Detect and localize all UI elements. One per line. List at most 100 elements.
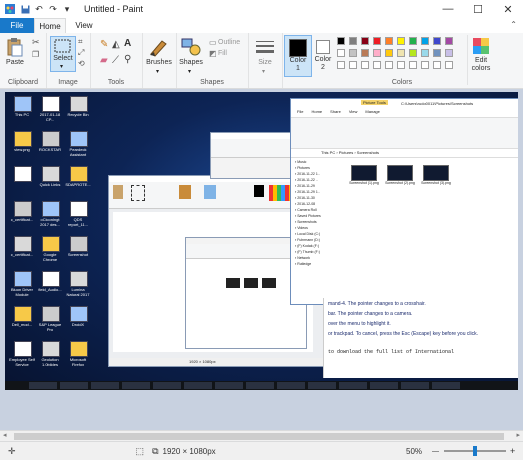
crop-icon[interactable]: ⌗	[78, 37, 83, 47]
customize-quick-access-icon[interactable]: ▾	[62, 4, 72, 14]
shapes-icon[interactable]	[180, 37, 202, 57]
palette-swatch[interactable]	[337, 61, 345, 69]
save-icon[interactable]	[20, 4, 30, 14]
palette-swatch[interactable]	[337, 49, 345, 57]
copy-icon[interactable]: ❐	[32, 50, 39, 59]
taskbar-button	[60, 382, 88, 389]
palette-swatch[interactable]	[385, 49, 393, 57]
explorer-titlebar: Picture Tools C:\Users\rudo0011\Pictures…	[291, 99, 518, 109]
palette-swatch[interactable]	[433, 61, 441, 69]
resize-icon[interactable]: ⤢	[78, 48, 84, 58]
palette-swatch[interactable]	[445, 49, 453, 57]
palette-swatch[interactable]	[433, 37, 441, 45]
palette-swatch[interactable]	[409, 61, 417, 69]
palette-swatch[interactable]	[361, 37, 369, 45]
brushes-group[interactable]: Brushes ▾	[142, 33, 177, 88]
palette-swatch[interactable]	[385, 61, 393, 69]
undo-icon[interactable]: ↶	[34, 4, 44, 14]
colors-group-label: Colors	[391, 79, 413, 86]
paste-label[interactable]: Paste	[2, 59, 28, 66]
edit-colors-button[interactable]: Edit colors	[467, 35, 494, 85]
zoom-slider[interactable]	[444, 446, 506, 456]
shapes-dropdown-icon[interactable]: ▾	[188, 68, 191, 75]
color2-label: Color 2	[314, 56, 332, 71]
tab-file[interactable]: File	[0, 18, 34, 33]
tab-home[interactable]: Home	[34, 18, 66, 33]
desktop-icon-label: QDS report_11...	[67, 217, 89, 227]
palette-swatch[interactable]	[421, 61, 429, 69]
color1-button[interactable]: Color 1	[284, 35, 312, 77]
desktop-icon-label: view.png	[14, 147, 30, 152]
zoom-out-button[interactable]: —	[432, 448, 439, 455]
desktop-icon	[42, 271, 60, 287]
cut-icon[interactable]: ✂	[32, 37, 40, 48]
size-dropdown-icon[interactable]: ▾	[262, 68, 265, 75]
paint-app-icon	[5, 4, 15, 14]
redo-icon[interactable]: ↷	[48, 4, 58, 14]
desktop-icon	[42, 236, 60, 252]
minimize-button[interactable]: —	[433, 0, 463, 18]
tab-view[interactable]: View	[70, 18, 98, 33]
palette-swatch[interactable]	[361, 61, 369, 69]
desktop-icon-label: Recycle Bin	[67, 112, 89, 117]
desktop-icon-label: Peardeck Assistant	[69, 147, 87, 157]
palette-swatch[interactable]	[397, 49, 405, 57]
palette-swatch[interactable]	[373, 49, 381, 57]
outline-icon[interactable]: ▭	[209, 38, 217, 47]
fill-label[interactable]: Fill	[218, 50, 227, 57]
zoom-in-button[interactable]: +	[510, 446, 515, 456]
rotate-icon[interactable]: ⟲	[78, 59, 85, 68]
palette-swatch[interactable]	[445, 61, 453, 69]
size-group[interactable]: Size ▾	[248, 33, 283, 88]
horizontal-scroll-thumb[interactable]	[14, 433, 504, 440]
magnifier-icon[interactable]: ⚲	[124, 54, 131, 65]
shapes-label[interactable]: Shapes	[176, 59, 206, 66]
taskbar-button	[401, 382, 429, 389]
outline-label[interactable]: Outline	[218, 39, 240, 46]
palette-swatch[interactable]	[397, 61, 405, 69]
palette-swatch[interactable]	[385, 37, 393, 45]
palette-swatch[interactable]	[397, 37, 405, 45]
window-title: Untitled - Paint	[84, 4, 144, 14]
palette-swatch[interactable]	[349, 61, 357, 69]
palette-swatch[interactable]	[409, 49, 417, 57]
color-picker-icon[interactable]: ⟋	[112, 55, 119, 66]
tools-group: ✎ ◭ A ▰ ⟋ ⚲ Tools	[90, 33, 143, 88]
taskbar-button	[122, 382, 150, 389]
explorer-file-thumbnail	[423, 165, 449, 181]
palette-swatch[interactable]	[433, 49, 441, 57]
close-button[interactable]: ✕	[493, 0, 523, 18]
brushes-dropdown-icon[interactable]: ▾	[156, 68, 159, 75]
select-button[interactable]: Select ▾	[50, 36, 76, 72]
scroll-left-icon[interactable]: ◂	[3, 431, 7, 439]
canvas[interactable]: This PC 2017-01-18 CP... Recycle Bin view.p…	[5, 92, 518, 390]
palette-swatch[interactable]	[361, 49, 369, 57]
palette-swatch[interactable]	[409, 37, 417, 45]
palette-swatch[interactable]	[349, 37, 357, 45]
palette-swatch[interactable]	[421, 37, 429, 45]
text-icon[interactable]: A	[124, 38, 131, 49]
palette-swatch[interactable]	[373, 37, 381, 45]
scroll-right-icon[interactable]: ▸	[516, 431, 520, 439]
palette-swatch[interactable]	[349, 49, 357, 57]
select-dropdown-icon[interactable]: ▾	[60, 63, 63, 70]
fill-icon[interactable]: ◭	[112, 39, 120, 50]
pencil-icon[interactable]: ✎	[100, 39, 108, 50]
palette-swatch[interactable]	[373, 61, 381, 69]
paste-icon[interactable]	[6, 37, 24, 57]
color2-button[interactable]: Color 2	[311, 35, 335, 75]
palette-swatch[interactable]	[445, 37, 453, 45]
collapse-ribbon-icon[interactable]: ⌃	[510, 20, 517, 29]
image-group: Select ▾ ⌗ ⤢ ⟲ Image	[46, 33, 91, 88]
taskbar-button	[432, 382, 460, 389]
eraser-icon[interactable]: ▰	[100, 55, 108, 66]
palette-swatch[interactable]	[337, 37, 345, 45]
desktop-icon	[70, 131, 88, 147]
canvas-area[interactable]: This PC 2017-01-18 CP... Recycle Bin view.p…	[0, 89, 523, 430]
image-size-icon: ⧉	[152, 445, 159, 456]
fill-shape-icon[interactable]: ◩	[209, 49, 217, 58]
zoom-slider-thumb[interactable]	[473, 446, 477, 456]
maximize-button[interactable]: ☐	[463, 0, 493, 18]
palette-swatch[interactable]	[421, 49, 429, 57]
explorer-file-label: Screenshot (1).png	[349, 181, 379, 185]
